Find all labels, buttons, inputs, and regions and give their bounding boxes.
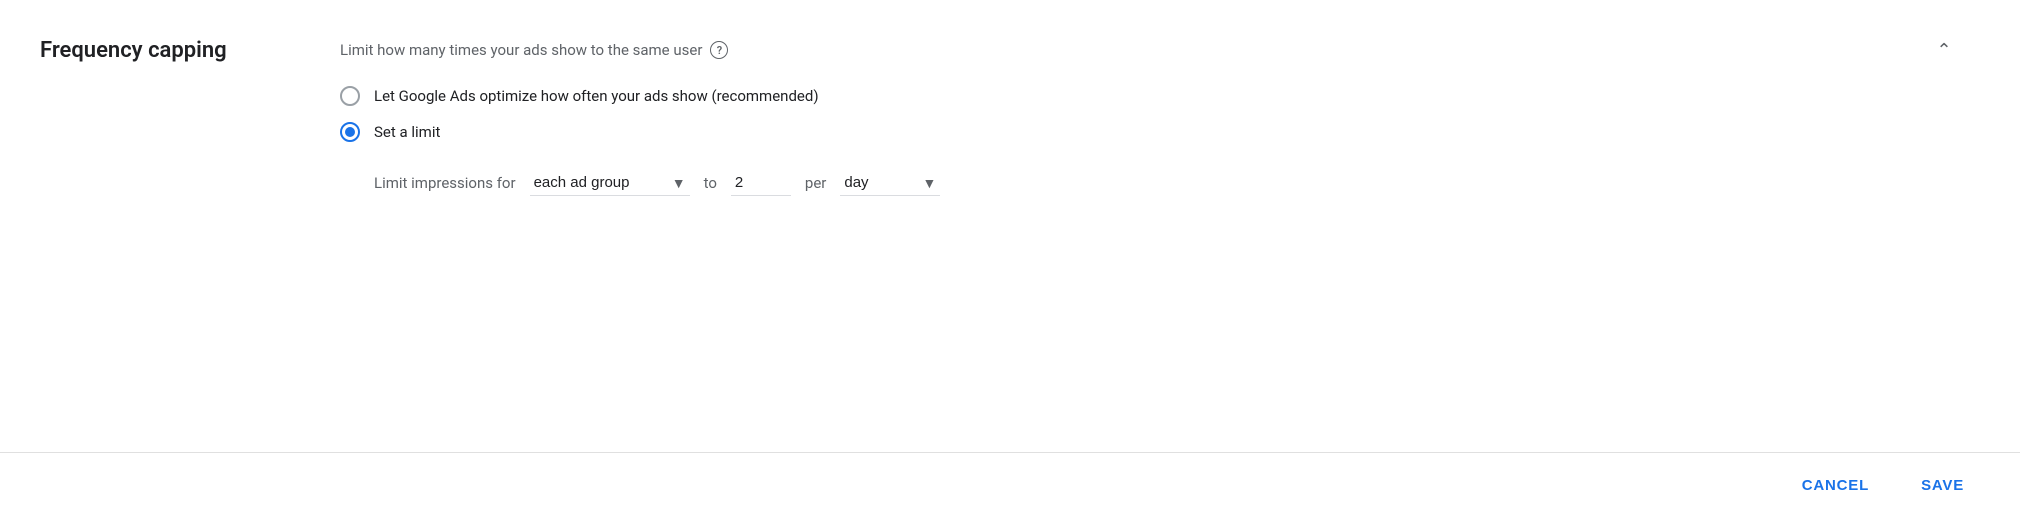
radio-option-set-limit[interactable]: Set a limit <box>340 122 1980 142</box>
description-text: Limit how many times your ads show to th… <box>340 41 702 59</box>
save-button[interactable]: SAVE <box>1905 469 1980 502</box>
period-dropdown-wrapper: day week month ▼ <box>840 170 940 196</box>
group-dropdown-wrapper: each ad group each campaign each user ▼ <box>530 170 690 196</box>
impressions-prefix-label: Limit impressions for <box>374 174 516 192</box>
section-title: Frequency capping <box>40 30 340 432</box>
cancel-button[interactable]: CANCEL <box>1786 469 1885 502</box>
impressions-number-input[interactable] <box>731 170 791 196</box>
radio-group: Let Google Ads optimize how often your a… <box>340 86 1980 142</box>
radio-label-set-limit: Set a limit <box>374 123 440 141</box>
limit-description: Limit how many times your ads show to th… <box>340 41 728 59</box>
to-label: to <box>704 174 717 192</box>
radio-circle-set-limit <box>340 122 360 142</box>
radio-option-optimize[interactable]: Let Google Ads optimize how often your a… <box>340 86 1980 106</box>
footer: CANCEL SAVE <box>0 453 2020 518</box>
collapse-icon[interactable]: ⌃ <box>1928 34 1960 66</box>
group-dropdown[interactable]: each ad group each campaign each user <box>530 170 690 196</box>
help-icon[interactable]: ? <box>710 41 728 59</box>
radio-label-optimize: Let Google Ads optimize how often your a… <box>374 87 819 105</box>
radio-circle-optimize <box>340 86 360 106</box>
impressions-row: Limit impressions for each ad group each… <box>374 170 1980 196</box>
period-dropdown[interactable]: day week month <box>840 170 940 196</box>
per-label: per <box>805 174 826 192</box>
